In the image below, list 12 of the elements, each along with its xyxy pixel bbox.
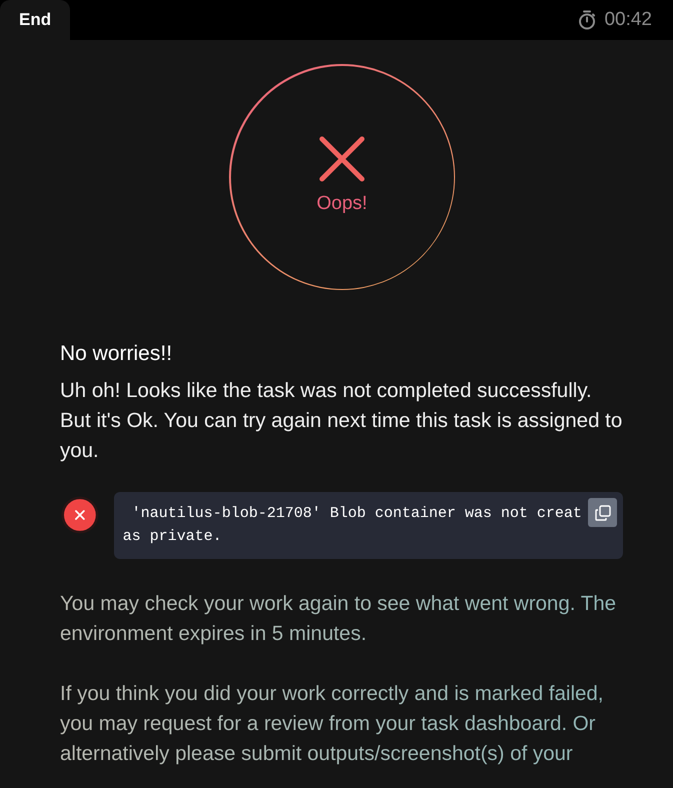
message-text: Uh oh! Looks like the task was not completed successfully. But it's Ok. You can try again next time this task is assigned to you. [60,378,624,464]
stopwatch-icon [578,10,596,30]
copy-icon [594,504,612,522]
error-icon [61,496,99,534]
code-line: as private. [122,527,222,547]
heading: No worries!! [60,342,174,366]
code-line: 'nautilus-blob-21708' Blob container was not creat [130,504,582,524]
tab[interactable]: End [0,0,70,40]
result-label: Oops! [316,193,368,215]
close-icon [318,135,366,183]
timer-text: 00:42 [604,9,652,31]
copy-button[interactable] [588,498,617,527]
